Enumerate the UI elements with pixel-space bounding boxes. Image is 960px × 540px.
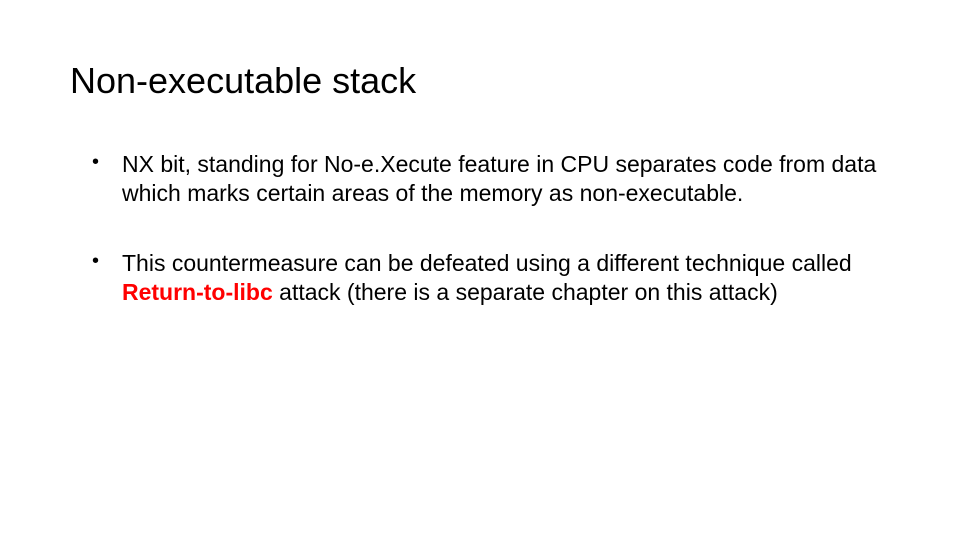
text-run: This countermeasure can be defeated usin…	[122, 250, 852, 276]
bullet-item: This countermeasure can be defeated usin…	[92, 249, 890, 308]
text-emphasis: Return-to-libc	[122, 279, 273, 305]
text-run: attack (there is a separate chapter on t…	[273, 279, 778, 305]
bullet-list: NX bit, standing for No-e.Xecute feature…	[70, 150, 890, 308]
text-run: NX bit, standing for No-e.Xecute feature…	[122, 151, 876, 206]
slide-title: Non-executable stack	[70, 60, 890, 102]
bullet-item: NX bit, standing for No-e.Xecute feature…	[92, 150, 890, 209]
